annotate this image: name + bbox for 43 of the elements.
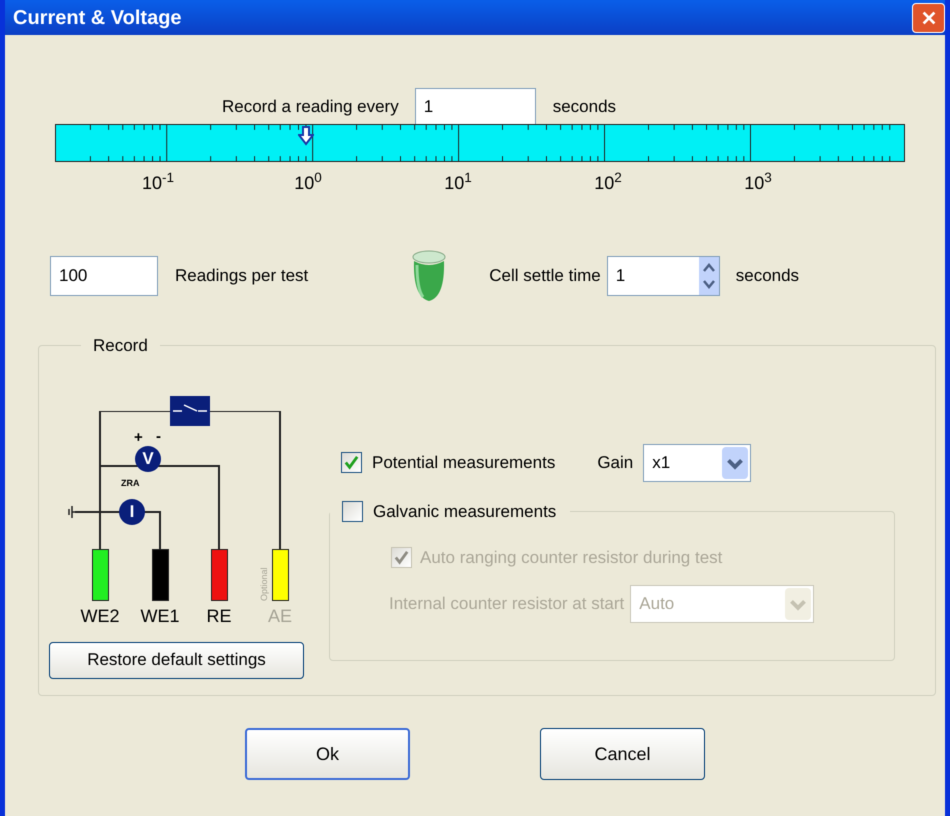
scale-label: 10$^{-1}$ <box>142 170 174 195</box>
electrode-label: RE <box>206 606 232 624</box>
meter-icon: I <box>119 498 145 524</box>
settle-label: Cell settle time <box>489 265 601 288</box>
checkbox[interactable] <box>341 452 362 473</box>
optional-note: Optional <box>260 566 269 600</box>
plus-sign: + <box>134 430 143 444</box>
interval-field[interactable]: 1 <box>414 88 536 125</box>
scale-label: 10$^{1}$ <box>444 170 472 195</box>
window-title: Current & Voltage <box>13 6 182 30</box>
electrode-label: AE <box>268 606 292 624</box>
electrode-label: WE2 <box>80 606 120 624</box>
gain-label: Gain <box>597 452 634 474</box>
restore-button[interactable]: Restore default settings <box>49 642 304 678</box>
potential-label: Potential measurements <box>372 452 556 474</box>
beaker-icon <box>411 249 448 303</box>
ground-icon <box>67 504 77 518</box>
log-scale-slider[interactable] <box>55 124 905 162</box>
zra-label: ZRA <box>121 478 140 488</box>
scale-label: 10$^{0}$ <box>294 170 322 195</box>
interval-label: Record a reading every <box>222 96 399 118</box>
close-button[interactable] <box>912 2 945 32</box>
checkbox[interactable] <box>342 500 363 522</box>
slider-thumb-icon[interactable] <box>298 126 314 146</box>
group-title: Record <box>92 335 149 357</box>
dialog-button[interactable]: Cancel <box>540 728 705 780</box>
meter-icon: V <box>135 446 161 472</box>
minus-sign: - <box>156 428 161 444</box>
settle-unit-label: seconds <box>736 265 800 288</box>
gain-select[interactable]: x1 <box>643 444 752 482</box>
auto-ranging-label: Auto ranging counter resistor during test <box>420 547 722 569</box>
galvanic-label: Galvanic measurements <box>373 500 556 522</box>
unit-label: seconds <box>552 96 616 118</box>
dialog-button[interactable]: Ok <box>245 728 410 780</box>
resistor-label: Internal counter resistor at start <box>389 592 624 615</box>
switch-icon <box>170 396 210 426</box>
electrode-label: WE1 <box>140 606 180 624</box>
readings-label: Readings per test <box>175 265 308 288</box>
spinner-icon[interactable] <box>698 257 719 295</box>
readings-field[interactable]: 100 <box>50 256 158 296</box>
scale-label: 10$^{2}$ <box>594 170 622 195</box>
settle-spin-field[interactable]: 1 <box>606 256 720 296</box>
scale-label: 10$^{3}$ <box>744 170 772 195</box>
